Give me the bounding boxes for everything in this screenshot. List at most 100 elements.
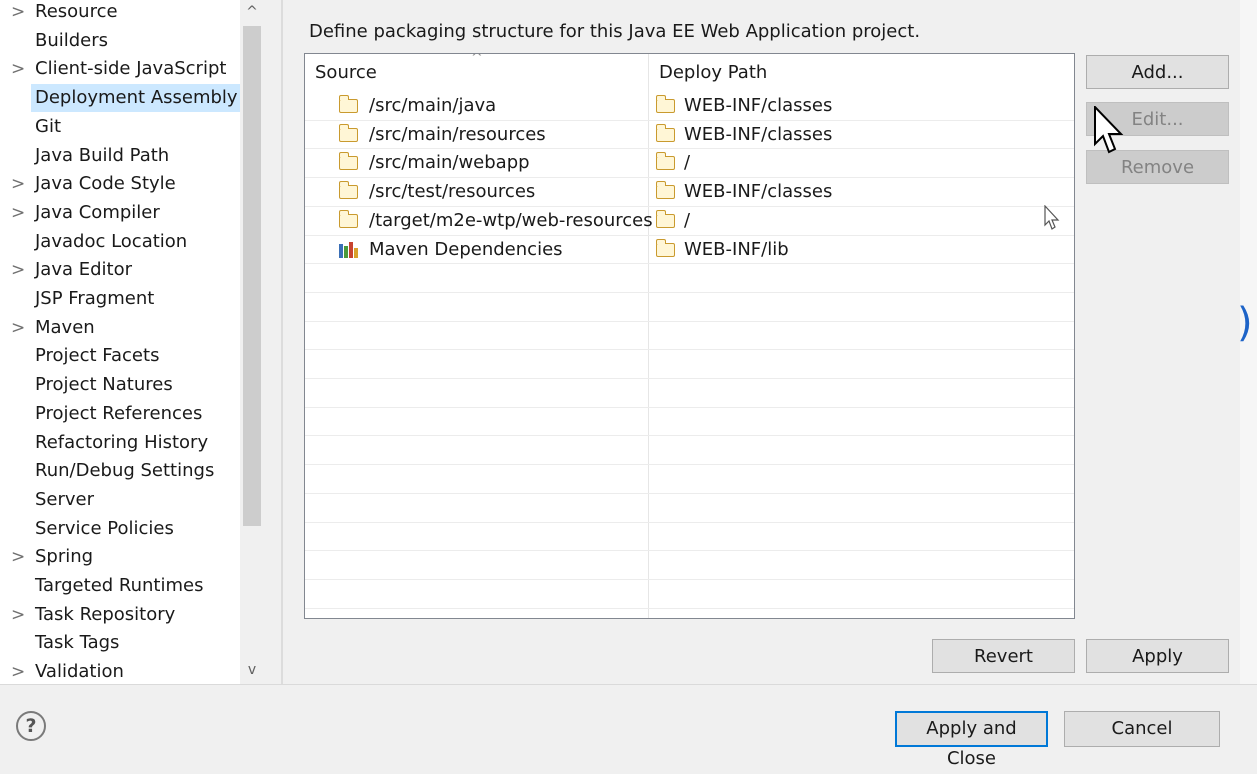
nav-item-label: Java Editor [35, 259, 133, 281]
nav-item-label: Javadoc Location [35, 230, 188, 252]
chevron-right-icon[interactable]: > [11, 601, 25, 629]
apply-and-close-button[interactable]: Apply and Close [895, 711, 1048, 769]
nav-item[interactable]: Project References [0, 400, 240, 428]
nav-item[interactable]: Task Tags [0, 629, 240, 657]
folder-icon [655, 123, 675, 142]
nav-item[interactable]: Javadoc Location [0, 228, 240, 256]
nav-item-label: Project Facets [35, 345, 160, 367]
chevron-right-icon[interactable]: > [11, 658, 25, 684]
folder-icon [338, 123, 358, 142]
scroll-down-icon[interactable]: v [240, 658, 264, 682]
row-gridline [305, 521, 1074, 523]
nav-item[interactable]: > Spring [0, 543, 240, 571]
folder-icon [655, 209, 675, 228]
source-path: /src/main/webapp [369, 152, 530, 174]
row-gridline [305, 378, 1074, 379]
nav-item[interactable]: Java Build Path [0, 142, 240, 170]
nav-item[interactable]: Server [0, 486, 240, 514]
folder-icon [655, 95, 675, 113]
nav-item-label: Task Repository [35, 603, 176, 625]
nav-item-label: Project References [35, 402, 203, 424]
row-gridline [305, 578, 1074, 580]
nav-item[interactable]: > Resource [0, 0, 240, 26]
row-gridline [305, 435, 1074, 437]
chevron-right-icon[interactable]: > [11, 55, 25, 83]
nav-item[interactable]: > Java Editor [0, 256, 240, 284]
folder-icon [338, 181, 358, 200]
nav-item[interactable]: > Java Compiler [0, 199, 240, 227]
dialog-footer: ? Apply and Close Cancel [0, 684, 1257, 769]
table-row[interactable]: /target/m2e-wtp/web-resources / [305, 207, 1074, 235]
folder-icon [338, 152, 358, 171]
row-gridline [305, 320, 1074, 322]
chevron-right-icon[interactable]: > [11, 314, 25, 342]
nav-item[interactable]: > Java Code Style [0, 170, 240, 198]
nav-item[interactable]: > Validation [0, 658, 240, 684]
deploy-path: WEB-INF/classes [684, 95, 833, 116]
deploy-path: WEB-INF/classes [684, 181, 833, 203]
page-description: Define packaging structure for this Java… [309, 21, 921, 42]
source-path: /src/main/java [369, 95, 497, 116]
add-button[interactable]: Add... [1086, 55, 1229, 89]
revert-button[interactable]: Revert [932, 639, 1075, 673]
row-gridline [305, 607, 1074, 609]
nav-item-label: Client-side JavaScript [35, 58, 227, 80]
folder-icon [655, 152, 675, 171]
column-header-deploy-path[interactable]: Deploy Path [659, 54, 767, 90]
nav-item[interactable]: Git [0, 113, 240, 141]
table-row[interactable]: /src/main/webapp / [305, 149, 1074, 177]
nav-item[interactable]: Refactoring History [0, 429, 240, 457]
nav-item[interactable]: > Client-side JavaScript [0, 55, 240, 83]
nav-item-label: Targeted Runtimes [35, 575, 204, 596]
deploy-path: WEB-INF/lib [684, 238, 789, 260]
nav-item-label: Deployment Assembly [31, 84, 240, 113]
nav-item[interactable]: Targeted Runtimes [0, 572, 240, 600]
background-window-fragment: ) [1237, 300, 1253, 346]
deployment-table[interactable]: Source ^ Deploy Path /src/main/java WEB-I… [304, 53, 1075, 619]
help-icon[interactable]: ? [16, 711, 46, 741]
nav-item-label: Server [35, 488, 95, 510]
nav-item-label: Java Code Style [35, 173, 176, 195]
nav-item[interactable]: > Maven [0, 314, 240, 342]
nav-item-label: Maven [35, 316, 95, 338]
table-row[interactable]: /src/main/resources WEB-INF/classes [305, 121, 1074, 149]
nav-item[interactable]: > Task Repository [0, 601, 240, 629]
nav-item-label: Spring [35, 546, 94, 568]
nav-item[interactable]: Run/Debug Settings [0, 457, 240, 485]
source-path: /src/main/resources [369, 123, 546, 145]
deploy-path: / [684, 209, 691, 231]
nav-item-label: Service Policies [35, 517, 174, 539]
nav-item-label: Validation [35, 661, 124, 683]
nav-item[interactable]: Project Facets [0, 342, 240, 370]
nav-item-label: Java Build Path [35, 144, 170, 166]
deploy-path: WEB-INF/classes [684, 123, 833, 145]
nav-item[interactable]: Builders [0, 27, 240, 55]
row-gridline [305, 464, 1074, 466]
cancel-button[interactable]: Cancel [1064, 711, 1220, 747]
table-row[interactable]: /src/main/java WEB-INF/classes [305, 92, 1074, 120]
scroll-thumb[interactable] [243, 26, 261, 526]
nav-item[interactable]: JSP Fragment [0, 285, 240, 313]
mouse-pointer-icon [1094, 106, 1124, 154]
chevron-right-icon[interactable]: > [11, 199, 25, 227]
column-header-source[interactable]: Source [315, 54, 377, 90]
nav-item[interactable]: Deployment Assembly [0, 84, 240, 113]
chevron-right-icon[interactable]: > [11, 256, 25, 284]
apply-button[interactable]: Apply [1086, 639, 1229, 673]
nav-item[interactable]: Project Natures [0, 371, 240, 399]
mouse-pointer-icon-secondary [1044, 205, 1060, 230]
nav-item[interactable]: Service Policies [0, 515, 240, 543]
chevron-right-icon[interactable]: > [11, 0, 25, 26]
chevron-right-icon[interactable]: > [11, 170, 25, 198]
chevron-right-icon[interactable]: > [11, 543, 25, 571]
nav-scrollbar[interactable]: ^ v [240, 0, 264, 684]
folder-icon [655, 238, 675, 257]
row-gridline [305, 550, 1074, 552]
table-row[interactable]: /src/test/resources WEB-INF/classes [305, 178, 1074, 206]
nav-item-label: JSP Fragment [35, 288, 155, 309]
table-row[interactable]: Maven Dependencies WEB-INF/lib [305, 236, 1074, 264]
row-gridline [305, 492, 1074, 494]
scroll-up-icon[interactable]: ^ [240, 0, 264, 24]
nav-item-label: Git [35, 115, 62, 137]
folder-icon [655, 181, 675, 200]
